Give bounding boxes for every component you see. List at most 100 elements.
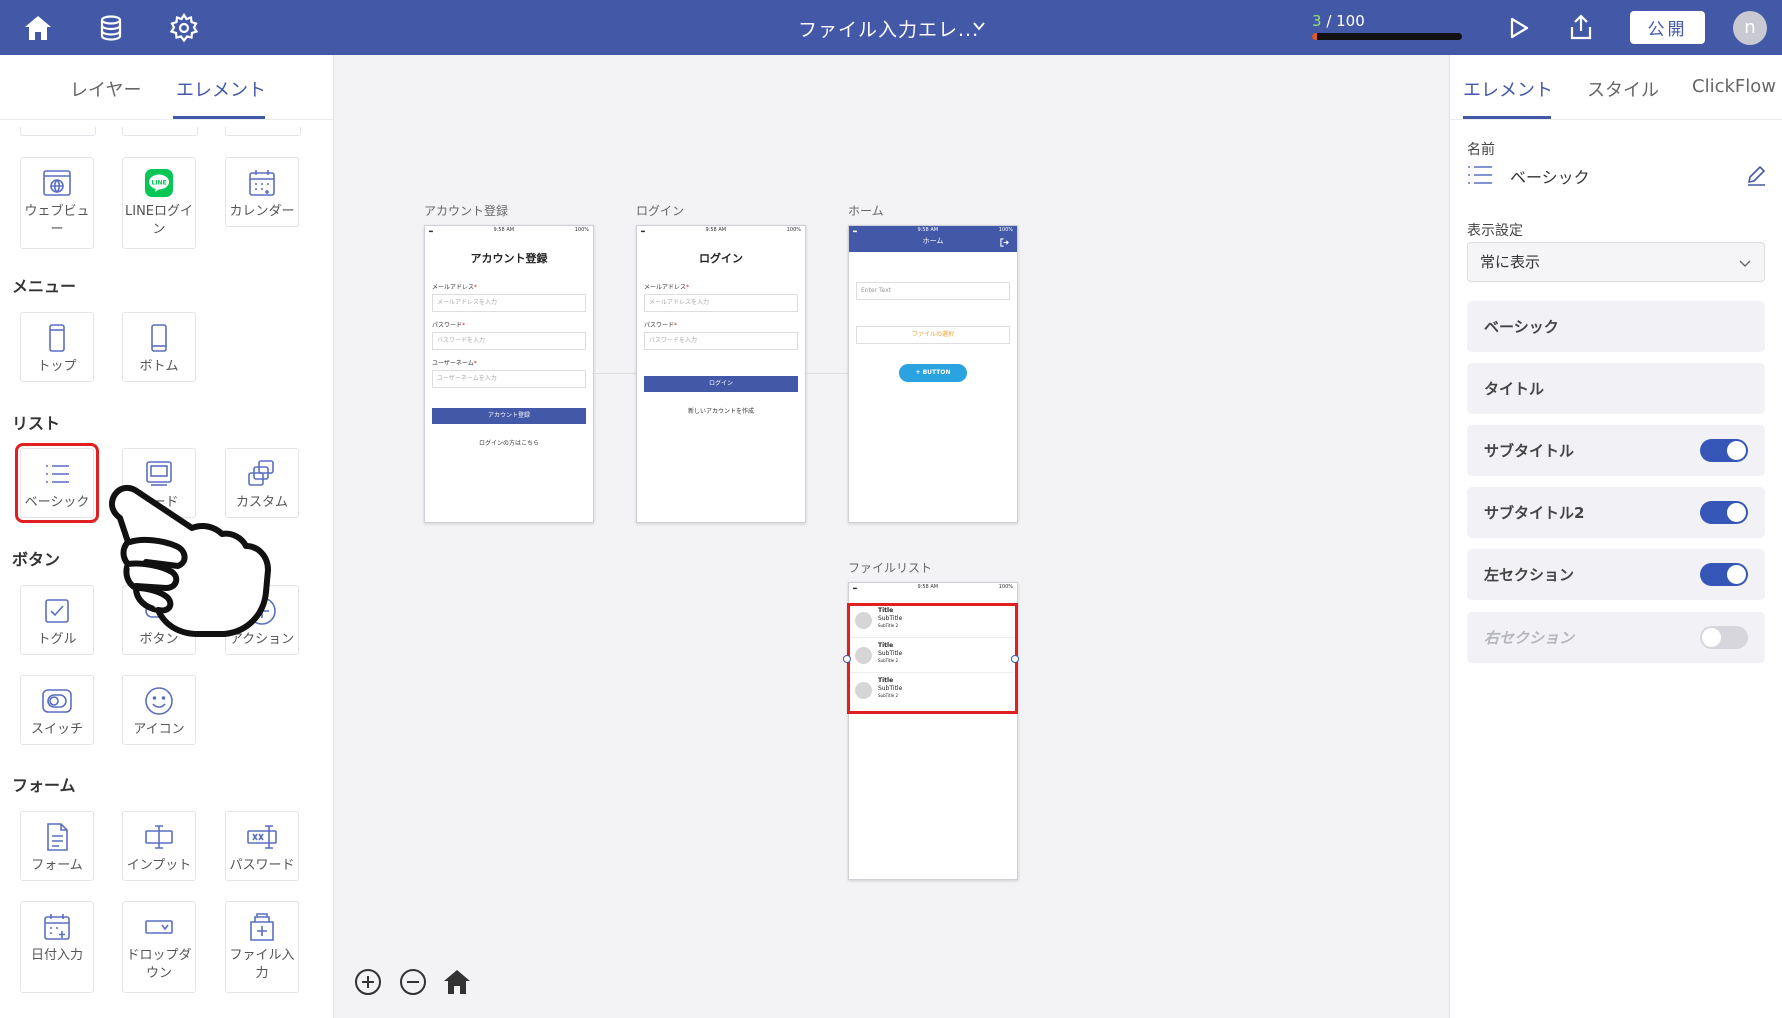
signup-button[interactable]: アカウント登録 xyxy=(432,408,586,424)
design-canvas[interactable]: アカウント登録 ▂ 9:58 AM 100% アカウント登録 メールアドレス* メー… xyxy=(334,55,1449,1018)
signup-password-input[interactable]: パスワードを入力 xyxy=(432,332,586,350)
home-file-select[interactable]: ファイルの選択 xyxy=(856,326,1010,344)
option-right-section[interactable]: 右セクション xyxy=(1467,612,1765,663)
top-bar: ファイル入力エレ... 3 / 100 公開 n xyxy=(0,0,1782,55)
login-email-input[interactable]: メールアドレスを入力 xyxy=(644,294,798,312)
subtitle-toggle[interactable] xyxy=(1700,439,1748,462)
tab-clickflow[interactable]: ClickFlow xyxy=(1692,76,1776,97)
option-label: サブタイトル xyxy=(1484,442,1575,460)
option-left-section[interactable]: 左セクション xyxy=(1467,549,1765,600)
screen-signup[interactable]: ▂ 9:58 AM 100% アカウント登録 メールアドレス* メールアドレスを入力… xyxy=(424,225,594,523)
calendar-icon xyxy=(249,170,275,196)
gear-icon[interactable] xyxy=(168,12,200,44)
login-title: ログイン xyxy=(699,252,743,265)
name-label: 名前 xyxy=(1467,142,1495,158)
status-time: 9:58 AM xyxy=(917,227,939,233)
tab-elements[interactable]: エレメント xyxy=(176,76,266,102)
text-input-icon xyxy=(145,825,173,849)
option-basic[interactable]: ベーシック xyxy=(1467,301,1765,352)
publish-button[interactable]: 公開 xyxy=(1630,11,1705,44)
option-label: タイトル xyxy=(1484,380,1545,398)
tab-style[interactable]: スタイル xyxy=(1587,76,1659,102)
element-menu-bottom[interactable]: ボトム xyxy=(122,312,196,382)
option-title[interactable]: タイトル xyxy=(1467,363,1765,414)
element-toggle[interactable]: トグル xyxy=(20,585,94,655)
element-icon[interactable]: アイコン xyxy=(122,675,196,745)
element-list-basic[interactable]: ベーシック xyxy=(15,443,99,523)
right-section-toggle[interactable] xyxy=(1700,626,1748,649)
element-password[interactable]: パスワード xyxy=(225,811,299,881)
signup-username-input[interactable]: ユーザーネームを入力 xyxy=(432,370,586,388)
password-icon xyxy=(247,825,277,849)
element-label: 日付入力 xyxy=(30,948,83,963)
screen-login[interactable]: ▂ 9:58 AM 100% ログイン メールアドレス* メールアドレスを入力 パス… xyxy=(636,225,806,523)
resize-handle-left[interactable] xyxy=(843,655,851,663)
line-icon: LINE xyxy=(145,169,173,197)
flow-connector xyxy=(592,373,636,374)
name-row: ベーシック xyxy=(1467,161,1767,191)
element-date-input[interactable]: 日付入力 xyxy=(20,901,94,993)
share-icon[interactable] xyxy=(1565,12,1597,44)
status-signal: ▂ xyxy=(641,227,645,233)
element-label: スイッチ xyxy=(30,722,83,737)
screen-home[interactable]: ▂ 9:58 AM 100% ホーム Enter Text ファイルの選択 + BU… xyxy=(848,225,1018,523)
signup-email-label: メールアドレス xyxy=(432,284,475,291)
option-subtitle2[interactable]: サブタイトル2 xyxy=(1467,487,1765,538)
element-label: LINEログイン xyxy=(125,204,194,237)
signup-email-input[interactable]: メールアドレスを入力 xyxy=(432,294,586,312)
logout-icon[interactable] xyxy=(1000,238,1009,247)
element-label: アイコン xyxy=(133,722,185,737)
element-switch[interactable]: スイッチ xyxy=(20,675,94,745)
document-title[interactable]: ファイル入力エレ... xyxy=(798,15,979,42)
element-form[interactable]: フォーム xyxy=(20,811,94,881)
element-menu-top[interactable]: トップ xyxy=(20,312,94,382)
document-icon xyxy=(47,823,68,851)
tab-element-props[interactable]: エレメント xyxy=(1463,76,1553,102)
progress-track xyxy=(1312,33,1462,40)
display-setting-value: 常に表示 xyxy=(1480,253,1541,271)
checkbox-icon xyxy=(45,599,69,623)
phone-bottom-icon xyxy=(151,324,167,352)
progress-total: / 100 xyxy=(1321,12,1365,30)
home-icon[interactable] xyxy=(22,12,54,44)
home-reset-icon[interactable] xyxy=(442,967,472,997)
element-webview[interactable]: ウェブビュー xyxy=(20,157,94,249)
display-setting-label: 表示設定 xyxy=(1467,223,1523,239)
screen-label-login: ログイン xyxy=(636,204,685,218)
database-icon[interactable] xyxy=(95,12,127,44)
element-line-login[interactable]: LINE LINEログイン xyxy=(122,157,196,249)
home-text-input[interactable]: Enter Text xyxy=(856,282,1010,300)
left-section-toggle[interactable] xyxy=(1700,563,1748,586)
login-create-account-link[interactable]: 新しいアカウントを作成 xyxy=(637,406,805,415)
element-label: ウェブビュー xyxy=(24,204,90,237)
list-icon xyxy=(1468,166,1492,184)
option-subtitle[interactable]: サブタイトル xyxy=(1467,425,1765,476)
edit-pencil-icon[interactable] xyxy=(1745,164,1767,186)
play-icon[interactable] xyxy=(1502,12,1534,44)
subtitle2-toggle[interactable] xyxy=(1700,501,1748,524)
signup-title: アカウント登録 xyxy=(470,252,548,265)
element-label: ファイル入力 xyxy=(229,948,295,981)
chevron-down-icon[interactable] xyxy=(972,19,986,33)
element-calendar[interactable]: カレンダー xyxy=(225,157,299,227)
signup-password-label: パスワード xyxy=(432,322,463,329)
home-button[interactable]: + BUTTON xyxy=(899,364,967,382)
tab-layers[interactable]: レイヤー xyxy=(70,76,141,102)
dropdown-icon xyxy=(145,920,173,934)
line-badge: LINE xyxy=(151,180,166,187)
avatar[interactable]: n xyxy=(1733,11,1767,45)
element-input[interactable]: インプット xyxy=(122,811,196,881)
home-header: ▂ 9:58 AM 100% ホーム xyxy=(849,226,1017,252)
phone-top-icon xyxy=(49,324,65,352)
resize-handle-right[interactable] xyxy=(1011,655,1019,663)
element-dropdown[interactable]: ドロップダウン xyxy=(122,901,196,993)
zoom-in-icon[interactable] xyxy=(353,967,383,997)
login-password-label: パスワード xyxy=(644,322,675,329)
section-list: リスト xyxy=(12,414,61,433)
element-file-input[interactable]: ファイル入力 xyxy=(225,901,299,993)
login-button[interactable]: ログイン xyxy=(644,376,798,392)
zoom-out-icon[interactable] xyxy=(398,967,428,997)
signup-login-link[interactable]: ログインの方はこちら xyxy=(425,438,593,447)
display-setting-select[interactable]: 常に表示 xyxy=(1467,242,1765,282)
login-password-input[interactable]: パスワードを入力 xyxy=(644,332,798,350)
